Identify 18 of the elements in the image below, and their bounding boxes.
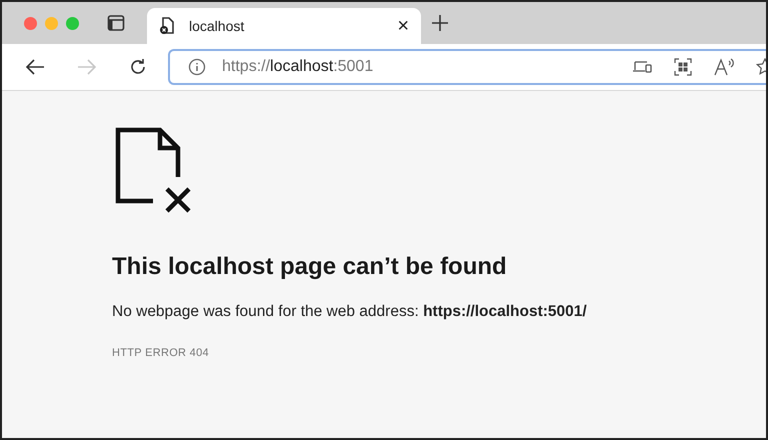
url-text: https://localhost:5001 [222,58,374,76]
star-icon[interactable] [756,58,766,76]
error-description: No webpage was found for the web address: https://localhost:5001/ [112,303,588,321]
read-aloud-icon[interactable] [714,58,736,76]
close-tab-button[interactable]: × [397,16,409,36]
tab-title: localhost [189,18,246,34]
error-code: HTTP ERROR 404 [112,347,210,359]
info-icon[interactable] [188,58,206,76]
error-heading: This localhost page can’t be found [112,253,508,281]
sidebar-icon[interactable] [107,14,125,32]
apps-icon[interactable] [674,58,692,76]
device-icon[interactable] [632,59,652,75]
new-tab-icon[interactable] [431,14,449,32]
browser-tab[interactable]: localhost × [147,8,421,44]
back-icon[interactable] [24,57,46,77]
reload-icon[interactable] [128,57,148,77]
file-error-icon [159,17,175,35]
address-bar[interactable]: https://localhost:5001 [168,49,766,85]
